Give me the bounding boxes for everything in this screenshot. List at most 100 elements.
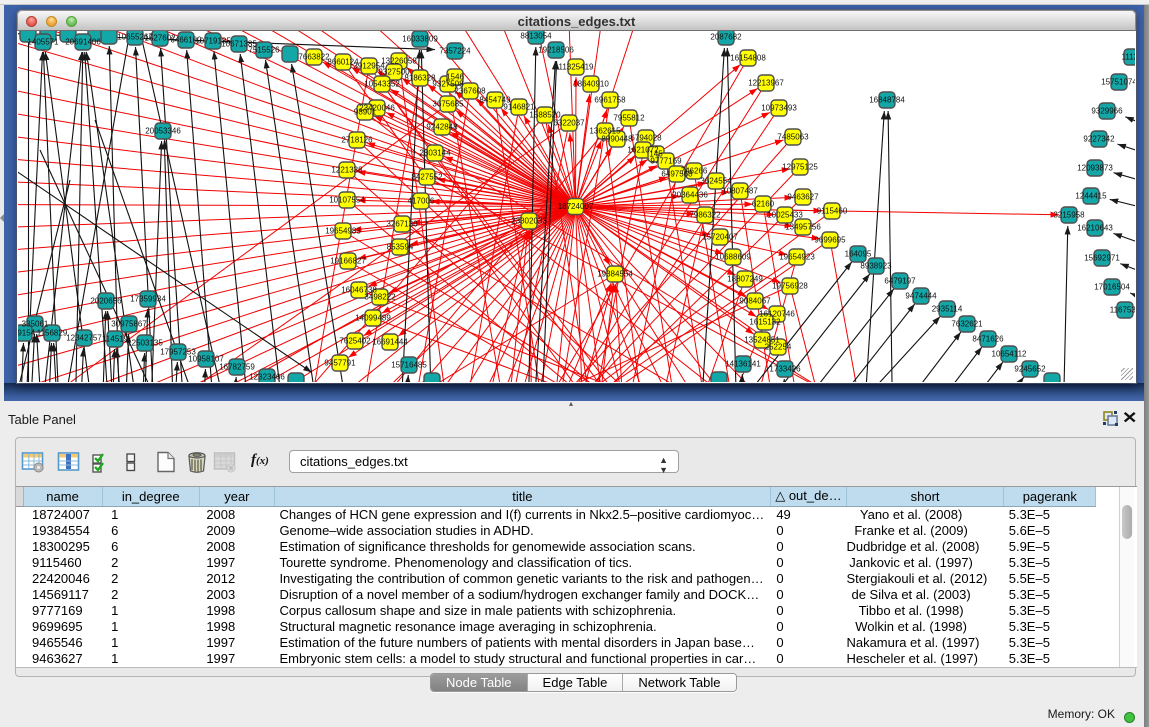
svg-text:7625402: 7625402 [339, 337, 371, 346]
svg-text:853594: 853594 [387, 243, 414, 252]
svg-text:1167533: 1167533 [1110, 306, 1135, 315]
svg-text:15720407: 15720407 [702, 233, 738, 242]
svg-text:11123: 11123 [1121, 53, 1135, 62]
svg-text:2935114: 2935114 [932, 305, 963, 314]
svg-text:10807487: 10807487 [722, 187, 758, 196]
svg-text:2803144: 2803144 [419, 149, 451, 158]
svg-text:16782759: 16782759 [219, 363, 255, 372]
svg-text:1405571: 1405571 [27, 38, 59, 47]
svg-text:10543352: 10543352 [364, 80, 400, 89]
svg-text:98901: 98901 [354, 108, 377, 117]
svg-text:9242848: 9242848 [426, 123, 458, 132]
svg-text:2020656: 2020656 [90, 297, 122, 306]
svg-text:12213967: 12213967 [748, 79, 784, 88]
svg-text:12975125: 12975125 [782, 163, 818, 172]
svg-text:8990448: 8990448 [601, 135, 633, 144]
svg-text:9777169: 9777169 [650, 157, 682, 166]
svg-text:10107554: 10107554 [329, 196, 365, 205]
svg-text:335061: 335061 [22, 320, 49, 329]
svg-text:11325419: 11325419 [559, 63, 595, 72]
svg-text:9699695: 9699695 [814, 236, 846, 245]
svg-text:17016504: 17016504 [1094, 283, 1130, 292]
svg-text:39154: 39154 [18, 329, 36, 338]
svg-text:20691406: 20691406 [65, 38, 101, 47]
svg-text:9084067: 9084067 [739, 297, 771, 306]
svg-text:2718126: 2718126 [341, 136, 373, 145]
svg-text:18640910: 18640910 [573, 80, 609, 89]
svg-text:8427552: 8427552 [411, 173, 443, 182]
svg-text:9474444: 9474444 [905, 292, 937, 301]
svg-text:7515526: 7515526 [248, 46, 280, 55]
svg-text:10025433: 10025433 [767, 211, 803, 220]
svg-text:16033809: 16033809 [402, 35, 438, 44]
svg-text:15716485: 15716485 [391, 361, 427, 370]
svg-text:3624554: 3624554 [700, 177, 732, 186]
svg-text:13495756: 13495756 [785, 223, 821, 232]
svg-text:1156829: 1156829 [37, 329, 68, 338]
svg-text:164095: 164095 [845, 250, 872, 259]
svg-text:12093873: 12093873 [1077, 164, 1113, 173]
svg-text:19654923: 19654923 [779, 253, 815, 262]
svg-text:16154808: 16154808 [730, 54, 766, 63]
svg-text:10688609: 10688609 [715, 253, 751, 262]
svg-text:6322037: 6322037 [553, 119, 585, 128]
svg-text:9457791: 9457791 [324, 359, 356, 368]
svg-text:6479197: 6479197 [884, 277, 916, 286]
svg-text:8186328: 8186328 [404, 74, 436, 83]
svg-text:8813054: 8813054 [520, 32, 552, 41]
svg-text:3498222: 3498222 [364, 293, 396, 302]
svg-text:6961758: 6961758 [594, 96, 626, 105]
svg-text:20053346: 20053346 [145, 127, 181, 136]
svg-text:2367608: 2367608 [454, 87, 486, 96]
svg-text:746266: 746266 [681, 167, 708, 176]
svg-text:17359934: 17359934 [130, 295, 166, 304]
svg-text:12323466: 12323466 [249, 373, 285, 382]
svg-text:9463627: 9463627 [787, 193, 819, 202]
svg-text:23302033: 23302033 [511, 217, 547, 226]
svg-text:18807249: 18807249 [727, 275, 763, 284]
svg-text:1221338: 1221338 [331, 166, 363, 175]
svg-text:2087682: 2087682 [710, 33, 742, 42]
svg-text:62160: 62160 [752, 200, 775, 209]
svg-text:1733426: 1733426 [769, 365, 801, 374]
svg-text:417006: 417006 [408, 197, 435, 206]
svg-text:16210643: 16210643 [1077, 224, 1113, 233]
svg-text:7485063: 7485063 [777, 133, 809, 142]
svg-text:9227342: 9227342 [1083, 135, 1115, 144]
svg-text:16691444: 16691444 [372, 338, 408, 347]
svg-text:18724007: 18724007 [558, 202, 594, 211]
svg-text:16848784: 16848784 [869, 96, 905, 105]
svg-text:7663822: 7663822 [298, 53, 330, 62]
svg-text:19218506: 19218506 [538, 46, 574, 55]
svg-text:9115460: 9115460 [817, 207, 848, 216]
svg-text:7632621: 7632621 [951, 320, 983, 329]
svg-text:114519: 114519 [102, 335, 129, 344]
svg-text:19166827: 19166827 [330, 257, 366, 266]
svg-text:12503135: 12503135 [127, 339, 163, 348]
svg-text:1546: 1546 [446, 73, 464, 82]
svg-text:3267130: 3267130 [386, 220, 418, 229]
svg-text:1244415: 1244415 [1075, 192, 1107, 201]
svg-text:9245652: 9245652 [1014, 365, 1046, 374]
svg-text:30975867: 30975867 [111, 320, 147, 329]
svg-text:12342757: 12342757 [66, 334, 102, 343]
svg-text:14099489: 14099489 [355, 314, 391, 323]
svg-text:14136141: 14136141 [725, 360, 761, 369]
svg-text:10654112: 10654112 [992, 350, 1028, 359]
svg-text:13226058: 13226058 [381, 57, 417, 66]
svg-text:10973493: 10973493 [761, 104, 797, 113]
svg-text:1615132: 1615132 [749, 318, 781, 327]
svg-text:20364436: 20364436 [672, 191, 708, 200]
svg-text:7357224: 7357224 [439, 47, 471, 56]
svg-text:19384554: 19384554 [597, 270, 633, 279]
svg-text:3215958: 3215958 [1053, 211, 1085, 220]
svg-text:252254: 252254 [765, 343, 792, 352]
svg-text:19756928: 19756928 [772, 282, 808, 291]
svg-text:7955812: 7955812 [613, 114, 645, 123]
svg-text:15751074: 15751074 [1101, 78, 1135, 87]
svg-text:8938923: 8938923 [860, 262, 892, 271]
svg-text:6794028: 6794028 [630, 134, 662, 143]
svg-text:15692971: 15692971 [1084, 254, 1120, 263]
svg-text:3675685: 3675685 [432, 100, 464, 109]
svg-text:8471626: 8471626 [972, 335, 1004, 344]
